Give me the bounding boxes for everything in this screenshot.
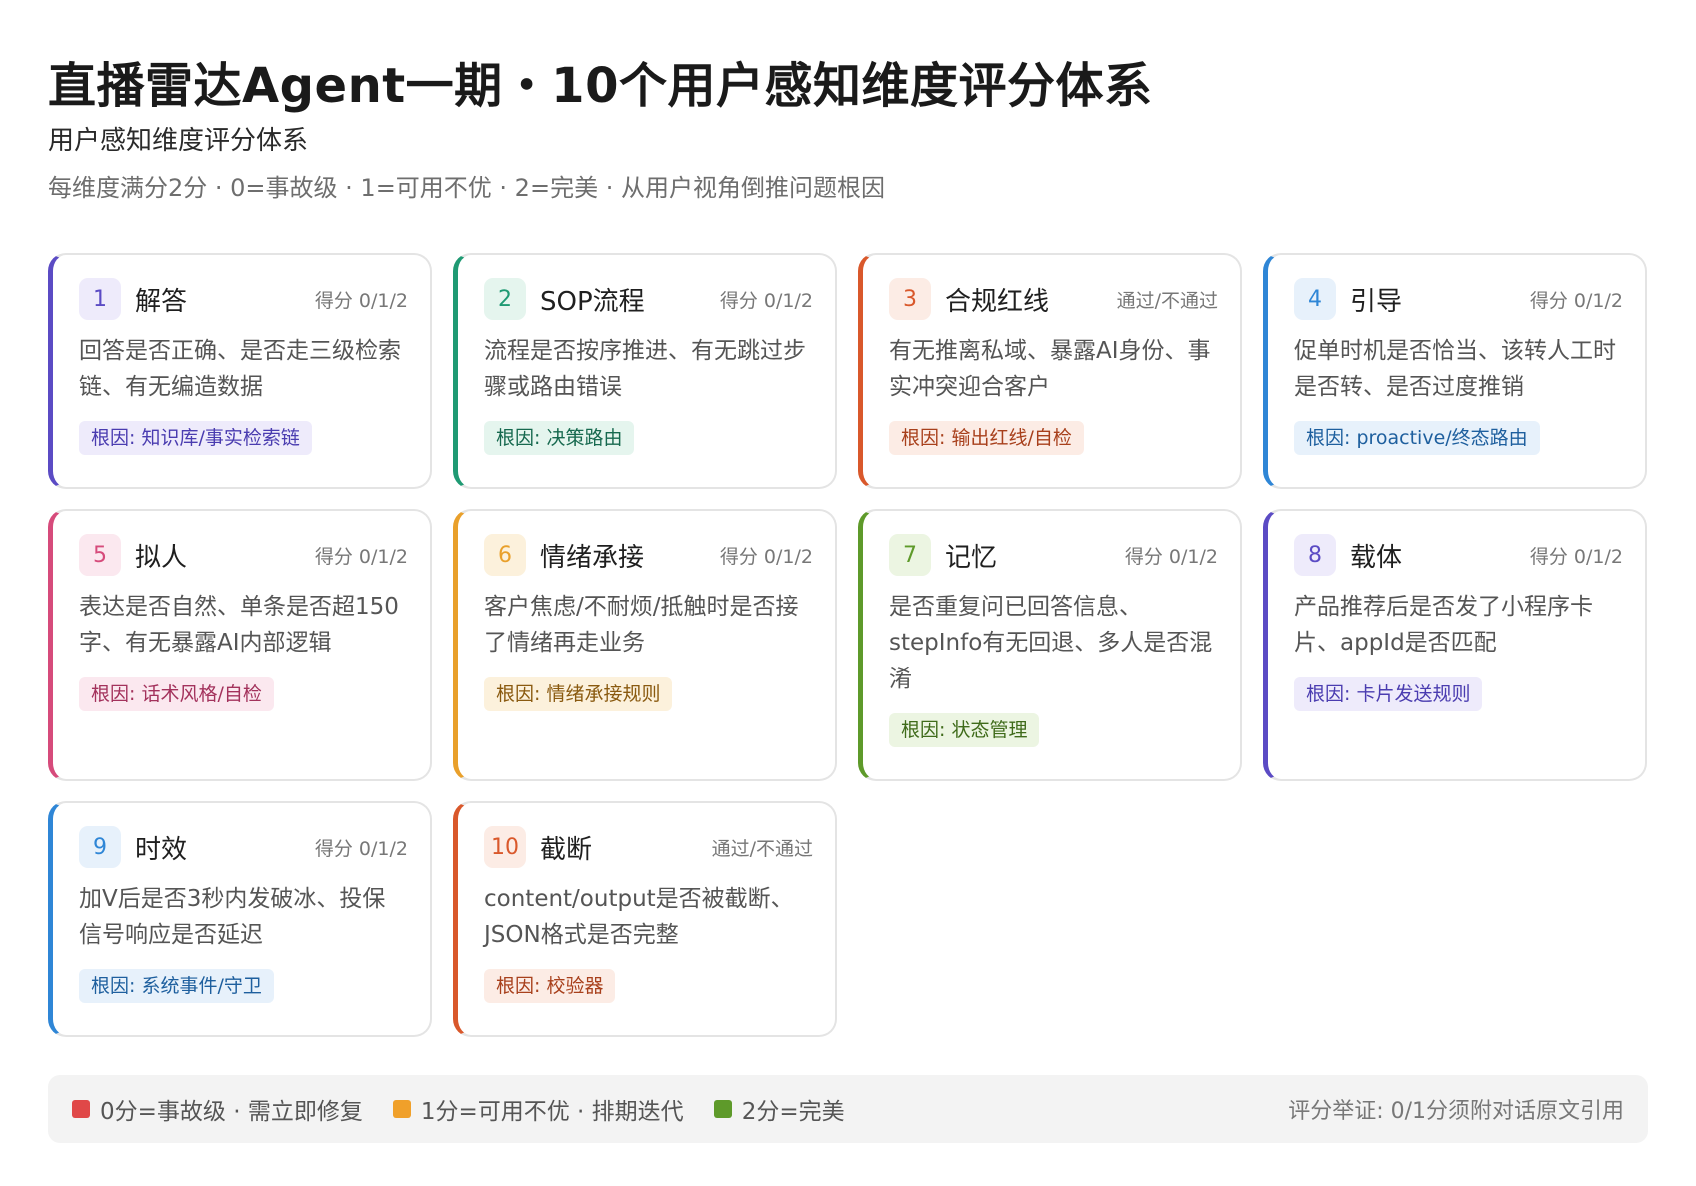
root-cause-tag: 根因: 决策路由 — [484, 421, 635, 455]
root-cause-tag: 根因: 话术风格/自检 — [79, 677, 274, 711]
dimension-description: 客户焦虑/不耐烦/抵触时是否接了情绪再走业务 — [484, 594, 799, 656]
card-header: 4 引导 得分 0/1/2 — [1294, 277, 1623, 321]
dimension-name: 截断 — [540, 834, 593, 865]
dimension-card-5: 5 拟人 得分 0/1/2 表达是否自然、单条是否超150字、有无暴露AI内部逻辑根因… — [48, 509, 432, 781]
dimension-score-rule: 得分 0/1/2 — [1529, 289, 1623, 312]
dimension-score-rule: 得分 0/1/2 — [314, 289, 408, 312]
dimension-card-10: 10 截断 通过/不通过 content/output是否被截断、JSON格式是否完整… — [453, 801, 837, 1037]
root-cause-tag: 根因: 系统事件/守卫 — [79, 969, 274, 1003]
dimension-card-4: 4 引导 得分 0/1/2 促单时机是否恰当、该转人工时是否转、是否过度推销根因: p… — [1263, 253, 1647, 489]
dimension-card-8: 8 载体 得分 0/1/2 产品推荐后是否发了小程序卡片、appId是否匹配根因: 卡… — [1263, 509, 1647, 781]
dimension-description: 是否重复问已回答信息、stepInfo有无回退、多人是否混淆 — [889, 594, 1213, 692]
dimension-name: 情绪承接 — [540, 542, 645, 573]
dimension-name: 解答 — [135, 286, 188, 317]
dimension-card-9: 9 时效 得分 0/1/2 加V后是否3秒内发破冰、投保信号响应是否延迟根因: 系统事… — [48, 801, 432, 1037]
dimension-card-1: 1 解答 得分 0/1/2 回答是否正确、是否走三级检索链、有无编造数据根因: 知识库… — [48, 253, 432, 489]
page-description: 每维度满分2分 · 0=事故级 · 1=可用不优 · 2=完美 · 从用户视角倒… — [48, 174, 885, 202]
dimension-number-badge: 4 — [1294, 278, 1336, 320]
root-cause-tag: 根因: 输出红线/自检 — [889, 421, 1084, 455]
legend-swatch — [713, 1100, 732, 1118]
root-cause-tag: 根因: 校验器 — [484, 969, 616, 1003]
dimension-score-rule: 通过/不通过 — [711, 837, 813, 860]
dimension-score-rule: 得分 0/1/2 — [719, 545, 813, 568]
dimension-description: 表达是否自然、单条是否超150字、有无暴露AI内部逻辑 — [79, 594, 399, 656]
dimension-number-badge: 6 — [484, 534, 526, 576]
dimension-name: 拟人 — [135, 542, 188, 573]
dimension-name: 记忆 — [945, 542, 998, 573]
dimension-number-badge: 9 — [79, 826, 121, 868]
dimension-card-2: 2 SOP流程 得分 0/1/2 流程是否按序推进、有无跳过步骤或路由错误根因: 决策… — [453, 253, 837, 489]
dimension-card-6: 6 情绪承接 得分 0/1/2 客户焦虑/不耐烦/抵触时是否接了情绪再走业务根因: 情… — [453, 509, 837, 781]
dimension-score-rule: 得分 0/1/2 — [314, 545, 408, 568]
legend-swatch — [72, 1100, 90, 1118]
card-header: 10 截断 通过/不通过 — [484, 825, 813, 869]
dimension-name: 载体 — [1350, 542, 1403, 573]
legend-swatch — [392, 1100, 411, 1118]
dimension-card-3: 3 合规红线 通过/不通过有无推离私域、暴露AI身份、事实冲突迎合客户根因: 输出红… — [858, 253, 1242, 489]
dimension-name: 引导 — [1350, 286, 1403, 317]
dimension-name: 合规红线 — [945, 286, 1050, 317]
root-cause-tag: 根因: 状态管理 — [889, 713, 1040, 747]
page-subtitle: 用户感知维度评分体系 — [48, 126, 309, 156]
dimension-description: 回答是否正确、是否走三级检索链、有无编造数据 — [79, 338, 401, 400]
dimension-description: 有无推离私域、暴露AI身份、事实冲突迎合客户 — [889, 338, 1211, 400]
legend-label: 2分=完美 — [741, 1099, 845, 1125]
dimension-grid: 1 解答 得分 0/1/2 回答是否正确、是否走三级检索链、有无编造数据 根因: 知识库… — [48, 253, 1647, 1037]
legend-bar: 0分=事故级 · 需立即修复 1分=可用不优 · 排期迭代 2分=完美 评分举证… — [48, 1075, 1648, 1143]
root-cause-tag: 根因: 知识库/事实检索链 — [79, 421, 312, 455]
dimension-description: 促单时机是否恰当、该转人工时是否转、是否过度推销 — [1294, 338, 1616, 400]
legend-note: 评分举证: 0/1分须附对话原文引用 — [1288, 1099, 1624, 1124]
dimension-score-rule: 得分 0/1/2 — [719, 289, 813, 312]
legend-label: 1分=可用不优 · 排期迭代 — [420, 1099, 684, 1125]
card-header: 8 载体 得分 0/1/2 — [1294, 533, 1623, 577]
card-header: 9 时效 得分 0/1/2 — [79, 825, 408, 869]
dimension-number-badge: 1 — [79, 278, 121, 320]
page-title: 直播雷达Agent一期・10个用户感知维度评分体系 — [48, 58, 1153, 114]
dimension-description: content/output是否被截断、JSON格式是否完整 — [484, 886, 794, 948]
card-header: 3 合规红线 通过/不通过 — [889, 277, 1218, 321]
dimension-number-badge: 7 — [889, 534, 931, 576]
dimension-score-rule: 通过/不通过 — [1116, 289, 1218, 312]
dimension-name: 时效 — [135, 834, 188, 865]
dimension-score-rule: 得分 0/1/2 — [1529, 545, 1623, 568]
root-cause-tag: 根因: proactive/终态路由 — [1294, 421, 1540, 455]
dimension-card-7: 7 记忆 得分 0/1/2 是否重复问已回答信息、stepInfo有无回退、多人是否混… — [858, 509, 1242, 781]
legend-label: 0分=事故级 · 需立即修复 — [100, 1099, 363, 1125]
card-header: 1 解答 得分 0/1/2 — [79, 277, 408, 321]
dimension-score-rule: 得分 0/1/2 — [1124, 545, 1218, 568]
dimension-number-badge: 2 — [484, 278, 526, 320]
dimension-description: 加V后是否3秒内发破冰、投保信号响应是否延迟 — [79, 886, 386, 948]
root-cause-tag: 根因: 情绪承接规则 — [484, 677, 673, 711]
card-header: 6 情绪承接 得分 0/1/2 — [484, 533, 813, 577]
root-cause-tag: 根因: 卡片发送规则 — [1294, 677, 1483, 711]
dimension-description: 流程是否按序推进、有无跳过步骤或路由错误 — [484, 338, 806, 400]
legend-item-0: 0分=事故级 · 需立即修复 — [72, 1092, 363, 1126]
legend-item-2: 2分=完美 — [713, 1092, 845, 1126]
card-header: 7 记忆 得分 0/1/2 — [889, 533, 1218, 577]
dimension-number-badge: 5 — [79, 534, 121, 576]
dimension-score-rule: 得分 0/1/2 — [314, 837, 408, 860]
page: 直播雷达Agent一期・10个用户感知维度评分体系 用户感知维度评分体系 每维度… — [0, 0, 1696, 1186]
dimension-number-badge: 10 — [484, 826, 526, 868]
card-header: 2 SOP流程 得分 0/1/2 — [484, 277, 813, 321]
dimension-number-badge: 8 — [1294, 534, 1336, 576]
legend-item-1: 1分=可用不优 · 排期迭代 — [392, 1092, 684, 1126]
dimension-number-badge: 3 — [889, 278, 931, 320]
card-header: 5 拟人 得分 0/1/2 — [79, 533, 408, 577]
dimension-name: SOP流程 — [540, 286, 645, 317]
dimension-description: 产品推荐后是否发了小程序卡片、appId是否匹配 — [1294, 594, 1593, 656]
